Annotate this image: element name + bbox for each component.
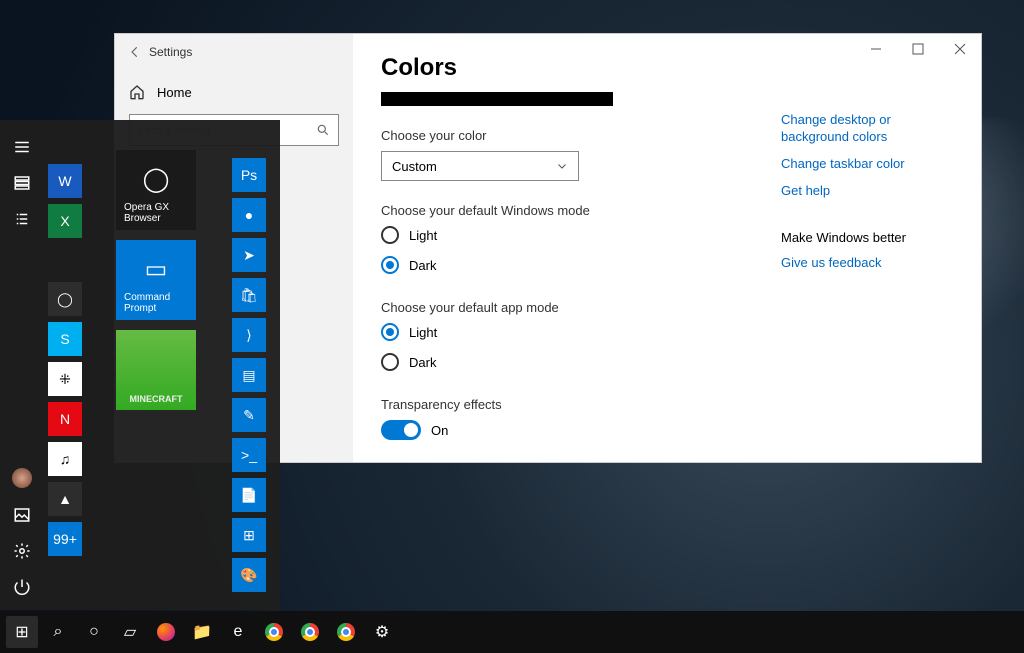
choose-color-value: Custom xyxy=(392,159,437,174)
tile-excel[interactable]: X xyxy=(48,204,82,238)
tile-operagx[interactable]: ◯Opera GX Browser xyxy=(116,150,196,230)
page-title: Colors xyxy=(381,54,781,82)
tile-term[interactable]: >_ xyxy=(232,438,266,472)
start-tiles: WX ◯ S ⁜ N ♫ ▲ 99+ ◯Opera GX Browser ▭Command Pr… xyxy=(44,120,280,610)
choose-color-label: Choose your color xyxy=(381,128,781,143)
tile-app1[interactable]: ● xyxy=(232,198,266,232)
maximize-button[interactable] xyxy=(897,34,939,64)
transparency-label: Transparency effects xyxy=(381,397,781,412)
taskbar-search[interactable]: ⌕ xyxy=(42,616,74,648)
tile-store[interactable]: 🛍 xyxy=(232,278,266,312)
tile-ps[interactable]: Ps xyxy=(232,158,266,192)
start-menu: WX ◯ S ⁜ N ♫ ▲ 99+ ◯Opera GX Browser ▭Command Pr… xyxy=(0,120,280,610)
link-desktop-bg[interactable]: Change desktop or background colors xyxy=(781,112,961,146)
app-mode-label: Choose your default app mode xyxy=(381,300,781,315)
tile-cmd[interactable]: ▭Command Prompt xyxy=(116,240,196,320)
tile-paint[interactable]: 🎨 xyxy=(232,558,266,592)
taskbar-start[interactable]: ⊞ xyxy=(6,616,38,648)
radio-label: Dark xyxy=(409,355,436,370)
taskbar-settings[interactable]: ⚙ xyxy=(366,616,398,648)
tile-minecraft[interactable]: MINECRAFT xyxy=(116,330,196,410)
minimize-button[interactable] xyxy=(855,34,897,64)
taskbar-chrome1[interactable] xyxy=(258,616,290,648)
taskbar-chrome2[interactable] xyxy=(294,616,326,648)
search-icon xyxy=(316,123,330,137)
related-settings: Change desktop or background colors Chan… xyxy=(781,112,961,281)
recent-icon[interactable] xyxy=(13,174,31,192)
radio-icon xyxy=(381,256,399,274)
list-icon[interactable] xyxy=(13,210,31,228)
taskbar-cortana[interactable]: ○ xyxy=(78,616,110,648)
app-mode-light[interactable]: Light xyxy=(381,323,781,341)
home-nav-item[interactable]: Home xyxy=(115,70,353,114)
tile-calc[interactable]: ⊞ xyxy=(232,518,266,552)
tile-app4[interactable]: ▤ xyxy=(232,358,266,392)
home-label: Home xyxy=(157,85,192,100)
window-controls xyxy=(855,34,981,64)
pictures-icon[interactable] xyxy=(13,506,31,524)
tile-slack[interactable]: ⁜ xyxy=(48,362,82,396)
tile-app3[interactable]: ⟩ xyxy=(232,318,266,352)
back-button[interactable] xyxy=(121,38,149,66)
user-avatar[interactable] xyxy=(12,468,32,488)
settings-titlebar: Settings xyxy=(115,34,353,70)
toggle-state: On xyxy=(431,423,448,438)
windows-mode-label: Choose your default Windows mode xyxy=(381,203,781,218)
hamburger-icon[interactable] xyxy=(13,138,31,156)
tile-app2[interactable]: ➤ xyxy=(232,238,266,272)
transparency-toggle[interactable]: On xyxy=(381,420,781,440)
tile-app6[interactable]: 📄 xyxy=(232,478,266,512)
taskbar-taskview[interactable]: ▱ xyxy=(114,616,146,648)
windows-mode-light[interactable]: Light xyxy=(381,226,781,244)
power-icon[interactable] xyxy=(13,578,31,596)
taskbar-edge[interactable]: e xyxy=(222,616,254,648)
taskbar-explorer[interactable]: 📁 xyxy=(186,616,218,648)
tile-chrome[interactable]: ◯ xyxy=(48,282,82,316)
radio-icon xyxy=(381,323,399,341)
windows-mode-dark[interactable]: Dark xyxy=(381,256,781,274)
settings-gear-icon[interactable] xyxy=(13,542,31,560)
taskbar-chrome3[interactable] xyxy=(330,616,362,648)
home-icon xyxy=(129,84,145,100)
make-windows-better: Make Windows better xyxy=(781,230,961,245)
tile-itunes[interactable]: ♫ xyxy=(48,442,82,476)
chevron-down-icon xyxy=(556,160,568,172)
toggle-icon xyxy=(381,420,421,440)
tile-app5[interactable]: ✎ xyxy=(232,398,266,432)
window-title: Settings xyxy=(149,45,192,59)
radio-label: Light xyxy=(409,325,437,340)
link-get-help[interactable]: Get help xyxy=(781,183,961,200)
settings-content-panel: Colors Choose your color Custom Choose y… xyxy=(353,34,981,462)
tile-netflix[interactable]: N xyxy=(48,402,82,436)
choose-color-select[interactable]: Custom xyxy=(381,151,579,181)
link-taskbar-color[interactable]: Change taskbar color xyxy=(781,156,961,173)
start-rail xyxy=(0,120,44,610)
app-mode-dark[interactable]: Dark xyxy=(381,353,781,371)
radio-label: Dark xyxy=(409,258,436,273)
link-feedback[interactable]: Give us feedback xyxy=(781,255,961,272)
tile-skype[interactable]: S xyxy=(48,322,82,356)
radio-icon xyxy=(381,226,399,244)
taskbar: ⊞⌕○▱ 📁e ⚙ xyxy=(0,611,1024,653)
tile-word[interactable]: W xyxy=(48,164,82,198)
taskbar-firefox[interactable] xyxy=(150,616,182,648)
radio-label: Light xyxy=(409,228,437,243)
tile-vlc[interactable]: ▲ xyxy=(48,482,82,516)
close-button[interactable] xyxy=(939,34,981,64)
tile-more[interactable]: 99+ xyxy=(48,522,82,556)
color-preview xyxy=(381,92,613,106)
radio-icon xyxy=(381,353,399,371)
